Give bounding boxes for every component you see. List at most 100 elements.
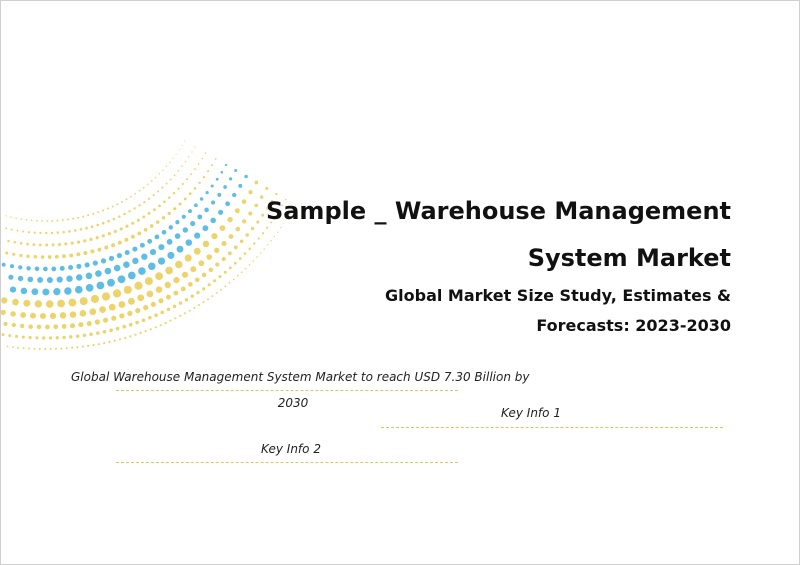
halftone-dot [260, 195, 264, 199]
halftone-dot [68, 264, 74, 271]
halftone-dot [174, 317, 177, 320]
halftone-dot [38, 347, 41, 350]
halftone-dot [101, 221, 105, 225]
halftone-dot [169, 161, 171, 164]
halftone-dot [153, 208, 156, 212]
halftone-dot [199, 197, 204, 201]
halftone-dot [30, 312, 36, 319]
halftone-dot [1, 262, 6, 267]
halftone-dot [224, 285, 227, 288]
halftone-dot [218, 275, 222, 279]
headline-info-line-2: 2030 [277, 396, 309, 410]
halftone-dot [82, 333, 87, 338]
halftone-dot [211, 295, 214, 298]
halftone-dot [87, 214, 90, 217]
halftone-dot [157, 257, 166, 265]
halftone-dot [127, 310, 133, 316]
halftone-dot [72, 217, 74, 220]
halftone-dot [10, 311, 16, 317]
halftone-dot [64, 242, 68, 246]
halftone-dot [5, 215, 7, 217]
halftone-dot [30, 219, 33, 222]
halftone-dot [20, 323, 25, 329]
halftone-dot [215, 291, 218, 294]
halftone-dot [35, 336, 39, 340]
halftone-dot [183, 312, 186, 315]
halftone-dot [235, 226, 241, 232]
halftone-dot [159, 324, 162, 327]
halftone-dot [183, 197, 187, 201]
halftone-dot [104, 245, 109, 250]
halftone-dot [178, 202, 182, 206]
halftone-dot [50, 231, 54, 235]
halftone-dot [71, 346, 74, 349]
halftone-dot [53, 324, 59, 330]
halftone-dot [143, 200, 146, 204]
halftone-dot [193, 168, 196, 171]
halftone-dot [45, 300, 54, 308]
halftone-dot [1, 297, 8, 304]
halftone-dot [169, 178, 172, 181]
halftone-dot [69, 253, 74, 258]
halftone-dot [223, 270, 227, 274]
halftone-dot [180, 286, 186, 292]
halftone-dot [177, 187, 180, 190]
halftone-dot [89, 308, 97, 316]
halftone-dot [233, 261, 237, 265]
halftone-dot [111, 243, 116, 248]
halftone-dot [65, 347, 68, 350]
halftone-dot [220, 288, 223, 291]
halftone-dot [190, 173, 193, 176]
halftone-dot [96, 331, 100, 335]
halftone-dot [204, 207, 209, 213]
halftone-dot [70, 241, 74, 245]
halftone-dot [142, 186, 145, 189]
halftone-dot [210, 184, 214, 188]
halftone-dot [26, 254, 30, 258]
report-subtitle-line-1: Global Market Size Study, Estimates & [385, 286, 731, 305]
halftone-dot [40, 255, 45, 259]
halftone-dot [154, 234, 160, 240]
divider-dashed [116, 462, 458, 463]
halftone-dot [85, 283, 94, 292]
halftone-dot [46, 276, 53, 284]
halftone-dot [169, 319, 172, 322]
halftone-dot [123, 285, 132, 294]
halftone-dot [238, 183, 243, 188]
halftone-dot [239, 239, 244, 244]
halftone-dot [149, 248, 157, 256]
halftone-dot [68, 230, 71, 233]
halftone-dot [261, 213, 265, 217]
halftone-dot [138, 189, 141, 192]
halftone-dot [79, 228, 83, 231]
halftone-dot [215, 262, 220, 267]
halftone-dot [149, 224, 154, 228]
halftone-dot [97, 247, 102, 252]
halftone-dot [54, 254, 59, 259]
halftone-dot [51, 219, 54, 222]
halftone-dot [221, 241, 227, 247]
halftone-dot [17, 346, 20, 349]
report-cover: Sample _ Warehouse Management System Mar… [0, 0, 800, 565]
halftone-dot [146, 183, 149, 186]
halftone-dot [48, 336, 53, 340]
halftone-dot [99, 306, 106, 313]
halftone-dot [81, 345, 84, 348]
halftone-dot [96, 281, 105, 290]
halftone-dot [178, 149, 180, 151]
halftone-dot [228, 266, 232, 270]
halftone-dot [165, 266, 173, 275]
halftone-dot [89, 332, 93, 337]
halftone-dot [96, 223, 99, 227]
halftone-dot [155, 286, 163, 293]
halftone-dot [25, 218, 28, 221]
halftone-dot [181, 271, 189, 278]
halftone-dot [188, 192, 192, 196]
halftone-dot [129, 335, 132, 338]
halftone-dot [224, 163, 228, 167]
halftone-dot [27, 231, 30, 234]
halftone-dot [75, 334, 80, 338]
halftone-dot [173, 174, 176, 177]
halftone-dot [116, 253, 122, 259]
halftone-dot [144, 330, 147, 333]
